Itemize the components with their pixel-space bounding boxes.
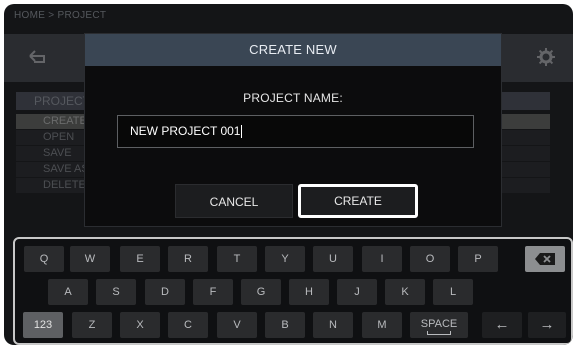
text-caret (241, 125, 243, 139)
key-r[interactable]: R (168, 246, 208, 272)
on-screen-keyboard: Q W E R T Y U I O P A S D F G H J K L 12… (13, 237, 573, 345)
key-l[interactable]: L (433, 279, 473, 305)
key-h[interactable]: H (289, 279, 329, 305)
key-o[interactable]: O (410, 246, 450, 272)
key-d[interactable]: D (145, 279, 185, 305)
key-e[interactable]: E (120, 246, 160, 272)
space-key[interactable]: SPACE (410, 312, 468, 338)
cursor-left-key[interactable]: ← (482, 312, 522, 338)
key-t[interactable]: T (217, 246, 257, 272)
key-s[interactable]: S (96, 279, 136, 305)
key-x[interactable]: X (120, 312, 160, 338)
key-w[interactable]: W (70, 246, 110, 272)
dialog-title: CREATE NEW (85, 34, 501, 66)
numeric-mode-key[interactable]: 123 (23, 312, 63, 338)
key-n[interactable]: N (313, 312, 353, 338)
key-z[interactable]: Z (72, 312, 112, 338)
cursor-right-key[interactable]: → (528, 312, 566, 338)
project-name-input[interactable]: NEW PROJECT 001 (117, 115, 474, 148)
key-k[interactable]: K (385, 279, 425, 305)
backspace-key[interactable] (525, 246, 565, 272)
project-name-value: NEW PROJECT 001 (130, 124, 241, 138)
key-c[interactable]: C (168, 312, 208, 338)
key-m[interactable]: M (362, 312, 402, 338)
space-icon (427, 331, 451, 335)
key-v[interactable]: V (217, 312, 257, 338)
create-new-dialog: CREATE NEW PROJECT NAME: NEW PROJECT 001… (84, 33, 502, 227)
key-f[interactable]: F (193, 279, 233, 305)
space-label: SPACE (420, 318, 458, 330)
key-q[interactable]: Q (24, 246, 64, 272)
backspace-icon (535, 253, 555, 266)
gear-icon[interactable] (537, 48, 555, 66)
key-p[interactable]: P (458, 246, 498, 272)
key-i[interactable]: I (362, 246, 402, 272)
project-name-label: PROJECT NAME: (243, 91, 343, 105)
key-g[interactable]: G (241, 279, 281, 305)
key-u[interactable]: U (313, 246, 353, 272)
cancel-button[interactable]: CANCEL (175, 184, 293, 218)
key-a[interactable]: A (48, 279, 88, 305)
create-button[interactable]: CREATE (298, 184, 418, 218)
key-b[interactable]: B (265, 312, 305, 338)
breadcrumb: HOME > PROJECT (14, 10, 107, 21)
screen: HOME > PROJECT PROJECT CREATE OPEN SAVE … (4, 4, 573, 345)
back-icon[interactable] (26, 48, 50, 68)
key-y[interactable]: Y (265, 246, 305, 272)
key-j[interactable]: J (337, 279, 377, 305)
